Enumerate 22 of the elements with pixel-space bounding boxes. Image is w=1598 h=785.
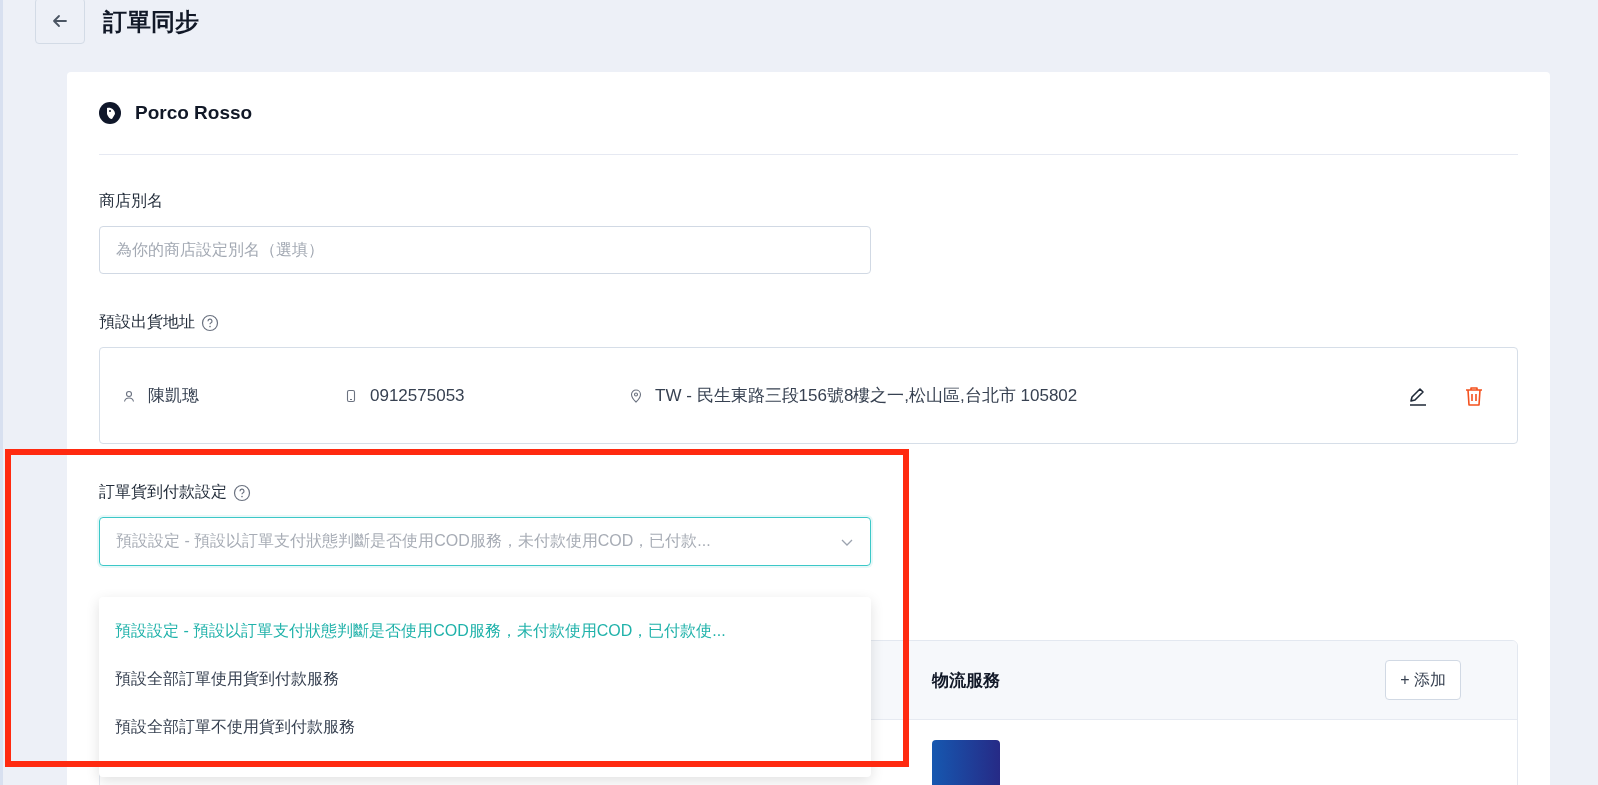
shipping-address: TW - 民生東路三段156號8樓之一,松山區,台北市 105802 — [655, 385, 1078, 407]
phone-icon — [344, 388, 358, 403]
help-icon[interactable] — [233, 483, 251, 502]
help-icon[interactable] — [201, 313, 219, 332]
dropdown-option[interactable]: 預設全部訂單不使用貨到付款服務 — [99, 703, 871, 751]
back-button[interactable] — [35, 0, 85, 44]
location-pin-icon — [629, 388, 643, 403]
dropdown-option[interactable]: 預設全部訂單使用貨到付款服務 — [99, 655, 871, 703]
field-label: 商店別名 — [99, 191, 164, 211]
carrier-logo-placeholder — [932, 740, 1000, 785]
delete-trash-icon[interactable] — [1463, 384, 1485, 407]
add-button[interactable]: + 添加 — [1385, 660, 1461, 700]
logistics-heading: 物流服務 — [932, 669, 1000, 692]
field-label: 預設出貨地址 — [99, 312, 195, 332]
contact-name: 陳凱璁 — [148, 385, 199, 407]
page-title: 訂單同步 — [103, 7, 199, 37]
store-name: Porco Rosso — [135, 102, 253, 124]
alias-input-field[interactable]: 為你的商店設定別名（選填） — [99, 226, 871, 274]
store-logo-icon — [99, 102, 121, 124]
phone-number: 0912575053 — [370, 385, 465, 406]
person-icon — [122, 388, 136, 403]
field-label: 訂單貨到付款設定 — [99, 482, 227, 502]
